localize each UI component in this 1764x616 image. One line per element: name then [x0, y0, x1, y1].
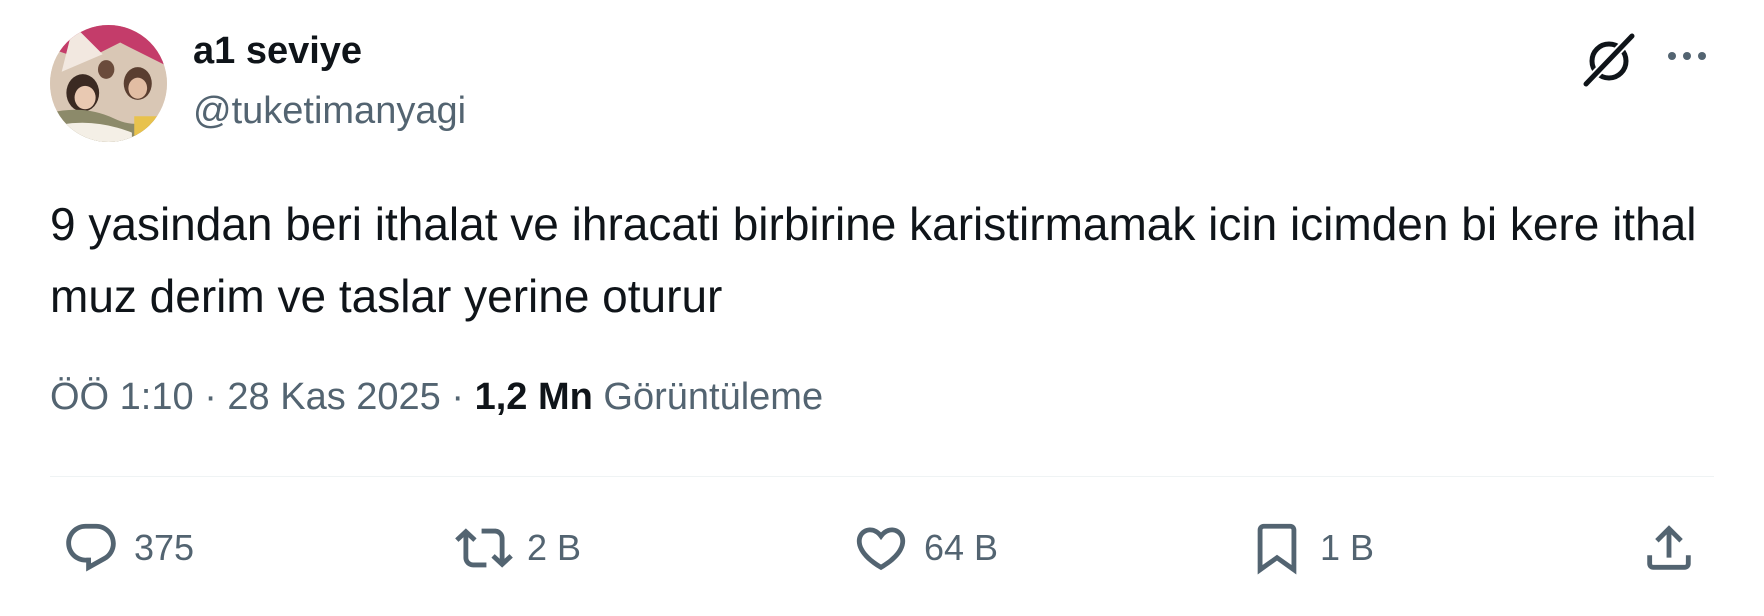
reply-button[interactable]: 375	[62, 518, 194, 578]
repost-button[interactable]: 2 B	[455, 518, 581, 578]
grok-button[interactable]	[1580, 30, 1638, 89]
bookmark-count: 1 B	[1320, 527, 1375, 568]
tweet-time[interactable]: ÖÖ 1:10	[50, 376, 194, 418]
more-button[interactable]	[1660, 34, 1714, 78]
display-name[interactable]: a1 seviye	[193, 30, 362, 73]
avatar-image	[50, 25, 167, 142]
tweet-meta: ÖÖ 1:10 · 28 Kas 2025 · 1,2 Mn Görüntüle…	[50, 376, 823, 419]
views-label: Görüntüleme	[603, 376, 824, 418]
meta-separator: ·	[204, 376, 217, 418]
bookmark-button[interactable]: 1 B	[1248, 518, 1374, 578]
user-handle[interactable]: @tuketimanyagi	[193, 90, 466, 133]
views-count: 1,2 Mn	[474, 376, 593, 418]
tweet-text: 9 yasindan beri ithalat ve ihracati birb…	[50, 198, 1697, 322]
repost-icon	[455, 528, 513, 568]
repost-count: 2 B	[527, 527, 582, 568]
reply-icon	[66, 523, 116, 572]
grok-icon	[1581, 31, 1637, 89]
tweet-date[interactable]: 28 Kas 2025	[227, 376, 440, 418]
more-icon	[1668, 52, 1706, 60]
avatar[interactable]	[50, 25, 167, 142]
bookmark-icon	[1257, 523, 1297, 575]
divider	[50, 476, 1714, 477]
like-button[interactable]: 64 B	[852, 518, 998, 578]
reply-count: 375	[134, 527, 195, 568]
like-count: 64 B	[924, 527, 999, 568]
meta-separator: ·	[451, 376, 465, 418]
share-button[interactable]	[1640, 518, 1698, 578]
like-icon	[856, 527, 906, 571]
share-icon	[1647, 525, 1691, 570]
